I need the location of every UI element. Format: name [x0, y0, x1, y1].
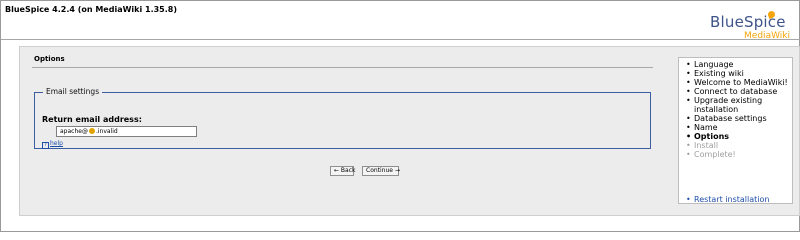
page-title: BlueSpice 4.2.4 (on MediaWiki 1.35.8) — [5, 5, 178, 14]
continue-button[interactable]: Continue → — [362, 166, 400, 176]
step-item: Connect to database — [679, 87, 792, 96]
step-item: Complete! — [679, 150, 792, 159]
back-button[interactable]: ← Back — [330, 166, 356, 176]
return-email-input[interactable]: apache@ .invalid — [56, 126, 197, 137]
step-item: Install — [679, 141, 792, 150]
help-icon[interactable]: ? — [42, 142, 49, 149]
step-item: Existing wiki — [679, 69, 792, 78]
email-value-left: apache@ — [60, 128, 88, 135]
installer-steps: LanguageExisting wikiWelcome to MediaWik… — [678, 57, 793, 204]
restart-list: Restart installation — [679, 193, 792, 204]
step-item: Language — [679, 60, 792, 69]
restart-installation-link[interactable]: Restart installation — [679, 195, 792, 204]
email-settings-fieldset: Email settings Return email address: apa… — [34, 87, 651, 149]
step-item: Options — [679, 132, 792, 141]
section-title: Options — [34, 55, 65, 63]
step-item: Upgrade existing installation — [679, 96, 792, 114]
help-link[interactable]: help — [50, 140, 63, 147]
fieldset-legend: Email settings — [43, 87, 103, 96]
host-icon — [88, 128, 95, 134]
help-row: ? help — [42, 140, 63, 149]
step-item: Welcome to MediaWiki! — [679, 78, 792, 87]
header-divider — [1, 39, 800, 40]
options-form: Options Email settings Return email addr… — [32, 52, 672, 198]
section-divider — [32, 67, 653, 68]
step-item: Database settings — [679, 114, 792, 123]
return-email-label: Return email address: — [42, 115, 142, 124]
bluespice-logo: BlueSpice MediaWiki — [710, 10, 792, 45]
step-list: LanguageExisting wikiWelcome to MediaWik… — [679, 58, 792, 159]
email-value-right: .invalid — [95, 128, 118, 135]
step-item: Name — [679, 123, 792, 132]
